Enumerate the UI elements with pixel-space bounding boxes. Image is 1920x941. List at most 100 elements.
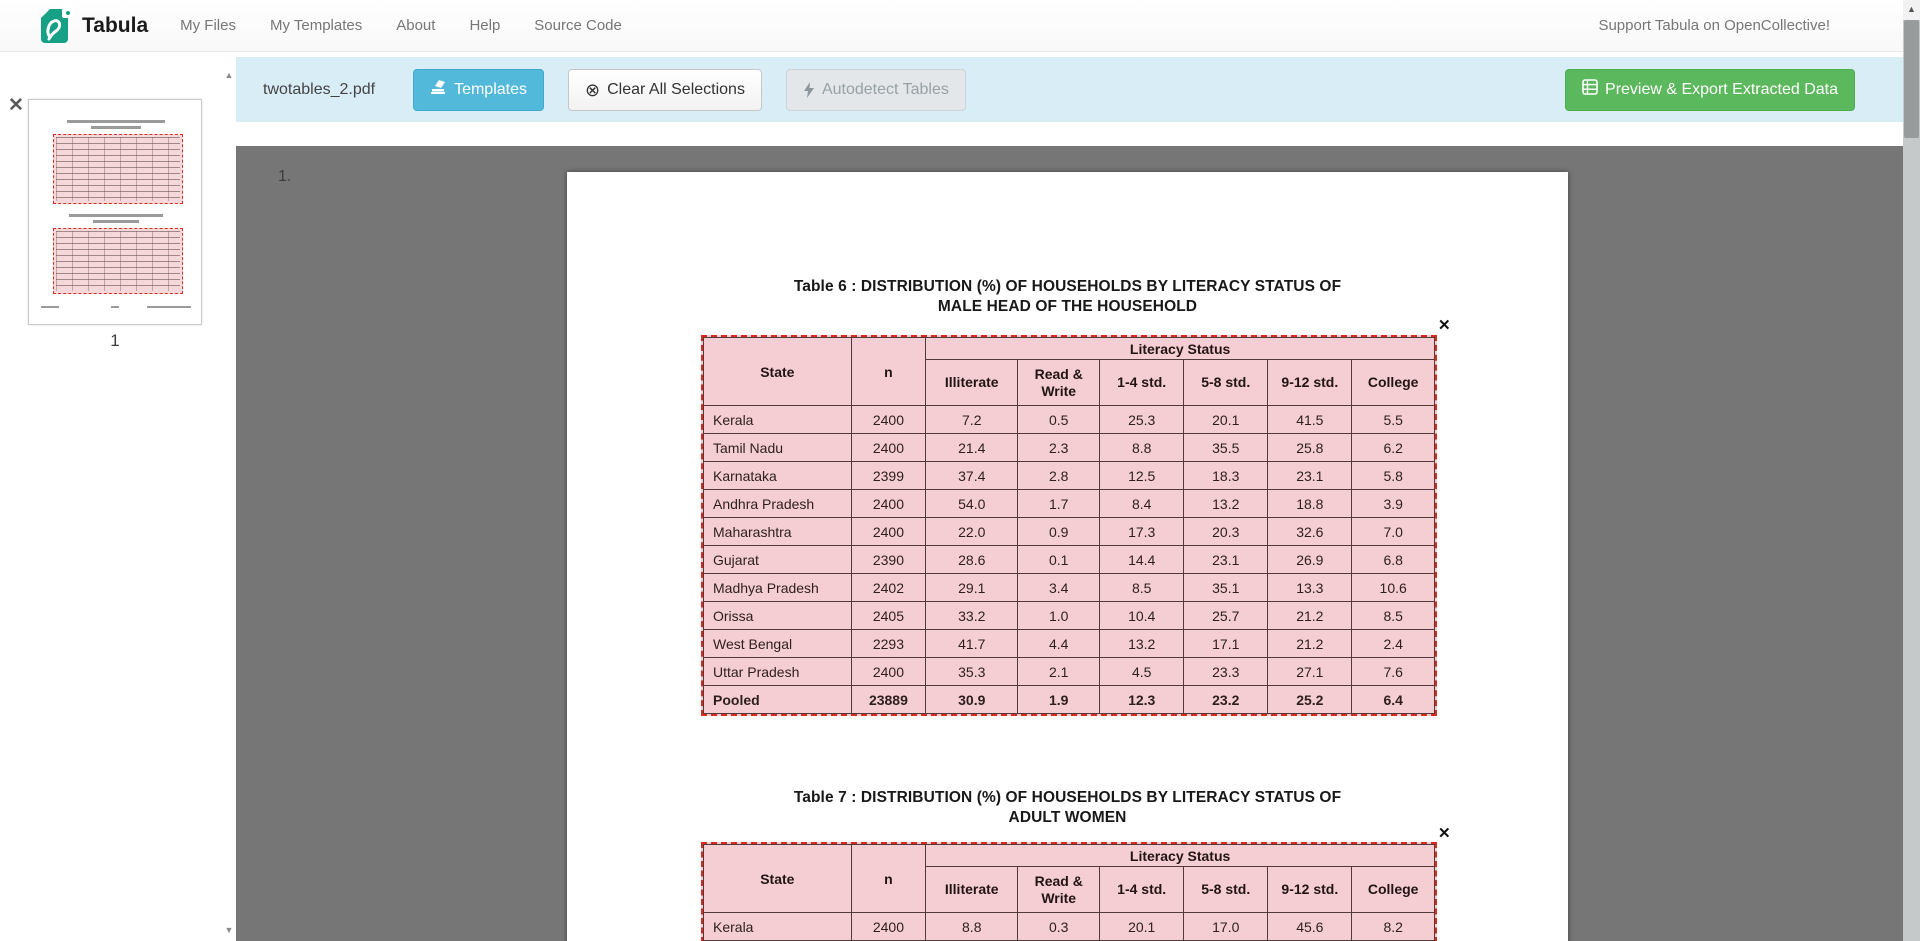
sidebar-scroll-down-icon[interactable]: ▼ — [223, 925, 235, 935]
export-button[interactable]: Preview & Export Extracted Data — [1565, 69, 1855, 111]
thumb-title-line — [91, 126, 141, 129]
table6-selection-close-icon[interactable]: ✕ — [1438, 318, 1451, 333]
table7: StatenLiteracy StatusIlliterateRead & Wr… — [703, 844, 1435, 941]
table-cell: 8.5 — [1352, 602, 1435, 630]
table-cell: 33.2 — [926, 602, 1018, 630]
clear-selections-label: Clear All Selections — [607, 81, 745, 99]
table-row: Karnataka239937.42.812.518.323.15.8 — [704, 462, 1435, 490]
table-cell: 35.5 — [1184, 434, 1268, 462]
thumbnail-sidebar: ✕ 1 ▲ ▼ — [0, 52, 236, 941]
table-cell: Andhra Pradesh — [704, 490, 852, 518]
nav-item-my-files[interactable]: My Files — [180, 17, 236, 34]
close-sidebar-icon[interactable]: ✕ — [8, 96, 24, 115]
page-thumbnail[interactable] — [28, 99, 202, 325]
window-scrollbar[interactable]: ▲ — [1903, 0, 1920, 941]
top-navbar: Tabula My Files My Templates About Help … — [0, 0, 1920, 52]
templates-button[interactable]: Templates — [413, 69, 544, 111]
table-cell: 3.9 — [1352, 490, 1435, 518]
autodetect-tables-button[interactable]: Autodetect Tables — [786, 69, 966, 111]
table-cell: 2400 — [851, 518, 926, 546]
table-cell: 0.5 — [1018, 406, 1100, 434]
table-cell: 7.2 — [926, 406, 1018, 434]
table-cell: 6.4 — [1352, 686, 1435, 714]
table-cell: 17.0 — [1184, 913, 1268, 941]
scrollbar-up-icon[interactable]: ▲ — [1903, 0, 1920, 20]
table-cell: 41.7 — [926, 630, 1018, 658]
table-cell: 25.3 — [1100, 406, 1184, 434]
support-link[interactable]: Support Tabula on OpenCollective! — [1598, 17, 1830, 34]
col-header: College — [1352, 867, 1435, 913]
thumb-footer-line — [41, 306, 59, 308]
table-cell: 25.2 — [1268, 686, 1352, 714]
main-column: twotables_2.pdf Templates ⊗ Clear All Se… — [236, 52, 1920, 941]
table-cell: 25.7 — [1184, 602, 1268, 630]
table7-selection-close-icon[interactable]: ✕ — [1438, 826, 1451, 841]
table-cell: 5.5 — [1352, 406, 1435, 434]
col-header: Read & Write — [1018, 867, 1100, 913]
table-cell: 0.9 — [1018, 518, 1100, 546]
nav-item-source-code[interactable]: Source Code — [534, 17, 622, 34]
nav-item-about[interactable]: About — [396, 17, 435, 34]
table7-selection[interactable]: StatenLiteracy StatusIlliterateRead & Wr… — [701, 842, 1437, 941]
table-cell: 54.0 — [926, 490, 1018, 518]
table-cell: 18.3 — [1184, 462, 1268, 490]
table-cell: 25.8 — [1268, 434, 1352, 462]
table-cell: 6.2 — [1352, 434, 1435, 462]
open-filename: twotables_2.pdf — [263, 81, 375, 99]
scrollbar-thumb[interactable] — [1904, 20, 1919, 138]
brand[interactable]: Tabula — [40, 2, 148, 49]
thumb-footer-line — [147, 306, 191, 308]
table-cell: 13.2 — [1100, 630, 1184, 658]
table-row: Tamil Nadu240021.42.38.835.525.86.2 — [704, 434, 1435, 462]
nav-item-help[interactable]: Help — [469, 17, 500, 34]
table-cell: Maharashtra — [704, 518, 852, 546]
nav-links: My Files My Templates About Help Source … — [180, 17, 622, 34]
table-cell: 20.1 — [1184, 406, 1268, 434]
pdf-page[interactable]: Table 6 : DISTRIBUTION (%) OF HOUSEHOLDS… — [567, 172, 1568, 941]
table-cell: 0.1 — [1018, 546, 1100, 574]
table-cell: 3.4 — [1018, 574, 1100, 602]
clear-selections-button[interactable]: ⊗ Clear All Selections — [568, 69, 762, 111]
thumb-table-grid — [56, 137, 180, 201]
table-cell: 0.3 — [1018, 913, 1100, 941]
table-row: Uttar Pradesh240035.32.14.523.327.17.6 — [704, 658, 1435, 686]
table-cell: 10.4 — [1100, 602, 1184, 630]
table-cell: 23.1 — [1268, 462, 1352, 490]
table-cell: 8.5 — [1100, 574, 1184, 602]
table-cell: 8.8 — [1100, 434, 1184, 462]
col-header: 9-12 std. — [1268, 867, 1352, 913]
table-cell: 2.1 — [1018, 658, 1100, 686]
table-cell: 14.4 — [1100, 546, 1184, 574]
export-label: Preview & Export Extracted Data — [1605, 81, 1838, 99]
viewer-page-label: 1. — [278, 168, 291, 186]
table-cell: 20.3 — [1184, 518, 1268, 546]
table-cell: 7.0 — [1352, 518, 1435, 546]
col-header: College — [1352, 360, 1435, 406]
col-header: Illiterate — [926, 867, 1018, 913]
table-row: Gujarat239028.60.114.423.126.96.8 — [704, 546, 1435, 574]
brand-title: Tabula — [82, 14, 148, 38]
table-cell: 35.1 — [1184, 574, 1268, 602]
table-cell: 8.4 — [1100, 490, 1184, 518]
table-row: Maharashtra240022.00.917.320.332.67.0 — [704, 518, 1435, 546]
table-row: West Bengal229341.74.413.217.121.22.4 — [704, 630, 1435, 658]
table6-selection[interactable]: StatenLiteracy StatusIlliterateRead & Wr… — [701, 335, 1437, 716]
table-cell: 12.5 — [1100, 462, 1184, 490]
thumb-selection-1 — [53, 134, 183, 204]
table-cell: 21.2 — [1268, 602, 1352, 630]
table-list-icon — [1582, 79, 1598, 100]
table-cell: 13.2 — [1184, 490, 1268, 518]
table-cell: 13.3 — [1268, 574, 1352, 602]
table-cell: Gujarat — [704, 546, 852, 574]
sidebar-scroll-up-icon[interactable]: ▲ — [223, 70, 235, 80]
nav-item-my-templates[interactable]: My Templates — [270, 17, 362, 34]
pdf-viewer: 1. Table 6 : DISTRIBUTION (%) OF HOUSEHO… — [236, 146, 1920, 941]
table-cell: 26.9 — [1268, 546, 1352, 574]
table-cell: West Bengal — [704, 630, 852, 658]
lightning-bolt-icon — [803, 82, 815, 98]
table7-title-line2: ADULT WOMEN — [567, 808, 1568, 828]
table-cell: 2402 — [851, 574, 926, 602]
table-cell: 30.9 — [926, 686, 1018, 714]
table-cell: 29.1 — [926, 574, 1018, 602]
table-cell: 2400 — [851, 406, 926, 434]
